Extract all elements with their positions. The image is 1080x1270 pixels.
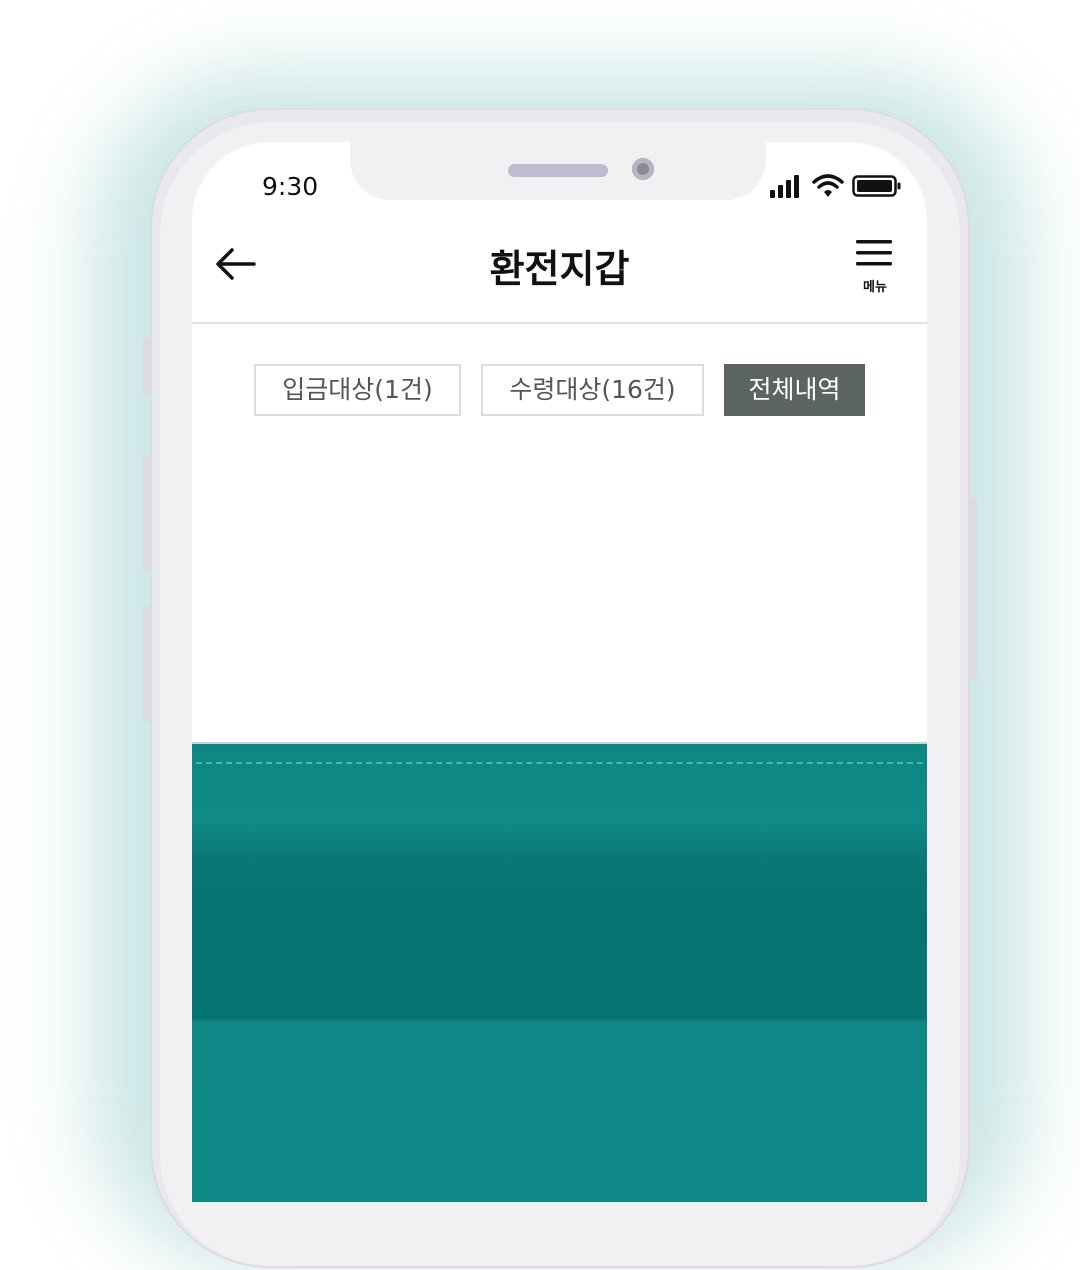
page-title: 환전지갑 (489, 247, 630, 291)
tab-pickup-target[interactable]: 수령대상(16건) (481, 364, 704, 416)
menu-label: 메뉴 (863, 280, 887, 295)
volume-down-button (143, 606, 150, 722)
speaker-grille (508, 164, 608, 177)
status-time: 9:30 (262, 172, 319, 201)
header-divider (192, 322, 927, 324)
card-stitch-line (196, 762, 923, 764)
power-button (970, 498, 977, 680)
tab-deposit-target[interactable]: 입금대상(1건) (254, 364, 461, 416)
app-screen: 9:30 환전지갑 메뉴 입금대상(1건) 수령대상(16건) 전체내역 (192, 142, 927, 1202)
menu-button[interactable]: 메뉴 (852, 238, 898, 295)
volume-up-button (143, 456, 150, 572)
front-camera (632, 158, 654, 180)
wifi-icon (812, 174, 844, 197)
card-top-edge (192, 742, 927, 744)
battery-icon (852, 175, 901, 197)
notch (350, 142, 766, 200)
signal-icon (770, 175, 799, 198)
tab-all-history[interactable]: 전체내역 (724, 364, 865, 416)
teal-wallet-card (192, 742, 927, 1202)
mute-switch (143, 338, 150, 396)
hamburger-menu-icon (856, 240, 892, 266)
